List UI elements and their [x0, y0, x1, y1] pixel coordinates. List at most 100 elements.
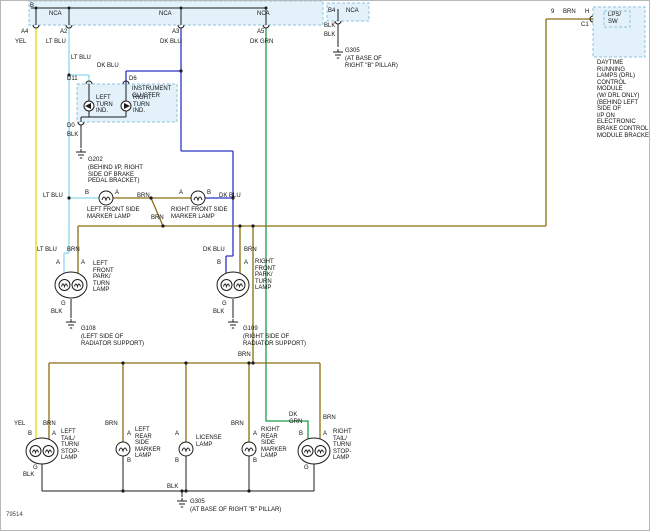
pin-label: A — [323, 431, 327, 438]
ground-g109-icon — [228, 319, 238, 328]
ground-g108-icon — [66, 319, 76, 328]
pin-label-d6: D6 — [129, 76, 137, 83]
component-name-left-rear-side-marker: LEFT REAR SIDE MARKER LAMP — [135, 427, 161, 460]
wire-color-label: DK GRN — [250, 39, 273, 46]
component-name-left-tail-turn-stop: LEFT TAIL/ TURN/ STOP- LAMP — [61, 429, 79, 462]
component-name-left-front-park-turn: LEFT FRONT PARK/ TURN LAMP — [93, 261, 114, 294]
wire-color-label: BRN — [151, 215, 164, 222]
wire-color-label: LT BLU — [71, 55, 91, 62]
pin-label-a3: A3 — [172, 29, 179, 36]
wire-color-label: BLK — [213, 309, 224, 316]
pin-label: A — [81, 260, 85, 267]
component-name-right-front-park-turn: RIGHT FRONT PARK/ TURN LAMP — [255, 259, 276, 292]
wire-color-label: BLK — [51, 309, 62, 316]
pin-label: B — [253, 458, 257, 465]
ground-label-g305-bottom: G305 — [190, 499, 205, 506]
lamp-right-tail-turn-stop — [298, 438, 330, 464]
pin-label: A — [253, 431, 257, 438]
ground-label-g109: G109 — [243, 326, 258, 333]
pin-label-h: H — [585, 9, 589, 16]
pin-label: G — [304, 465, 309, 472]
ground-location: (LEFT SIDE OF RADIATOR SUPPORT) — [81, 334, 144, 347]
wire-color-label: BLK — [67, 132, 78, 139]
wire-color-label: DK GRN — [289, 412, 302, 425]
ground-location: (AT BASE OF RIGHT "B" PILLAR) — [345, 56, 398, 69]
lamp-right-front-park-turn — [217, 272, 249, 298]
module-internal-label: LPS/ SW — [608, 12, 621, 25]
lamp-left-rear-side-marker — [116, 442, 130, 456]
pin-label: B — [299, 431, 303, 438]
nca-label: NCA — [159, 11, 172, 18]
pin-label: B — [127, 458, 131, 465]
component-name-right-front-side-marker: RIGHT FRONT SIDE MARKER LAMP — [171, 207, 227, 220]
nca-label: NCA — [257, 11, 270, 18]
pin-label: B — [217, 260, 221, 267]
wire-color-label: DK BLU — [219, 193, 241, 200]
wire-lt-blue — [64, 28, 99, 280]
ground-location: (RIGHT SIDE OF RADIATOR SUPPORT) — [243, 334, 306, 347]
pin-label-d11: D11 — [67, 76, 78, 83]
pin-label: A — [115, 190, 119, 197]
wire-dk-green — [266, 28, 308, 446]
component-name-license-lamp: LICENSE LAMP — [196, 435, 222, 448]
ground-g202-icon — [76, 149, 86, 158]
wire-color-label: YEL — [14, 421, 25, 428]
ground-g305-top-icon — [333, 49, 343, 58]
ground-g305-bottom-icon — [177, 498, 187, 507]
lamp-license — [179, 442, 193, 456]
pin-label: G — [33, 465, 38, 472]
pin-label-a5: A5 — [257, 29, 264, 36]
wire-color-label: LT BLU — [37, 247, 57, 254]
ground-label-g305-top: G305 — [345, 48, 360, 55]
wire-color-label: BLK — [324, 32, 335, 39]
component-name-left-turn-ind: LEFT TURN IND. — [96, 95, 113, 115]
wire-color-label: DK BLU — [97, 63, 119, 70]
wire-color-label: BLK — [167, 484, 178, 491]
ground-label-g202: G202 — [88, 157, 103, 164]
wire-color-label: BLK — [23, 472, 34, 479]
component-name-right-rear-side-marker: RIGHT REAR SIDE MARKER LAMP — [261, 427, 287, 460]
pin-label: B — [175, 458, 179, 465]
wire-brown — [49, 19, 593, 446]
wire-color-label: BRN — [244, 247, 257, 254]
pin-label: B — [85, 190, 89, 197]
pin-label: B — [207, 190, 211, 197]
component-name-right-tail-turn-stop: RIGHT TAIL/ TURN/ STOP- LAMP — [333, 429, 352, 462]
document-number: 79514 — [6, 512, 23, 519]
nca-label: NCA — [49, 11, 62, 18]
wire-color-label: DK BLU — [160, 39, 182, 46]
wire-color-label: BRN — [238, 352, 251, 359]
wire-color-label: DK BLU — [203, 247, 225, 254]
wire-dk-blue — [126, 28, 233, 280]
nca-label: NCA — [346, 8, 359, 15]
wire-color-label: BRN — [231, 421, 244, 428]
pin-label: G — [222, 301, 227, 308]
pin-label: A — [52, 431, 56, 438]
wire-color-label: LT BLU — [46, 39, 66, 46]
circuit-number: 9 — [551, 9, 554, 16]
wire-color-label: BLK — [324, 23, 335, 30]
wire-color-label: BRN — [137, 193, 150, 200]
pin-label: G — [61, 301, 66, 308]
pin-label: A — [127, 431, 131, 438]
connector-label-c1: C1 — [581, 22, 589, 29]
ground-label-g108: G108 — [81, 326, 96, 333]
wire-color-label: BRN — [323, 415, 336, 422]
pin-label: B — [28, 431, 32, 438]
pin-label-d0: D0 — [67, 123, 75, 130]
wire-color-label: LT BLU — [43, 193, 63, 200]
component-name-drl-module: DAYTIME RUNNING LAMPS (DRL) CONTROL MODU… — [597, 60, 650, 139]
wiring-diagram: B NCA NCA NCA A4 A2 A3 A5 YEL LT BLU DK … — [0, 0, 650, 531]
lamp-left-tail-turn-stop — [26, 438, 58, 464]
wire-color-label: YEL — [15, 39, 26, 46]
component-name-left-front-side-marker: LEFT FRONT SIDE MARKER LAMP — [87, 207, 139, 220]
pin-label-b4: B4 — [328, 8, 335, 15]
wire-color-label: BRN — [67, 247, 80, 254]
lamp-right-rear-side-marker — [242, 442, 256, 456]
pin-label-a4: A4 — [21, 29, 28, 36]
ground-location: (AT BASE OF RIGHT "B" PILLAR) — [190, 507, 281, 514]
lamp-left-front-side-marker — [99, 191, 113, 205]
pin-label: A — [175, 431, 179, 438]
pin-label-b: B — [30, 3, 34, 10]
wire-color-label: BRN — [105, 421, 118, 428]
